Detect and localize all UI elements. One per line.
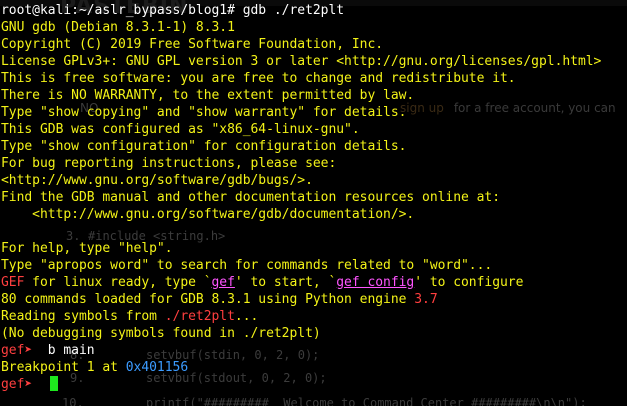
terminal-text-segment: b main xyxy=(47,343,95,358)
terminal-text-segment: <http://www.gnu.org/software/gdb/documen… xyxy=(1,207,415,222)
terminal-text-segment: gef config xyxy=(336,275,415,290)
terminal-line: For bug reporting instructions, please s… xyxy=(1,155,601,172)
terminal-text-segment: for linux ready, type ` xyxy=(24,275,212,290)
terminal-text-segment: gef➤ xyxy=(1,377,48,392)
terminal-line: gef➤ b main xyxy=(1,342,601,359)
terminal-line: Copyright (C) 2019 Free Software Foundat… xyxy=(1,36,601,53)
terminal-line: This is free software: you are free to c… xyxy=(1,70,601,87)
terminal-line: Type "show copying" and "show warranty" … xyxy=(1,104,601,121)
terminal-text-segment: ' to start, ` xyxy=(234,275,337,290)
terminal-text-segment: For help, type "help". xyxy=(1,241,173,256)
terminal-text-segment: <http://www.gnu.org/software/gdb/bugs/>. xyxy=(1,173,313,188)
terminal-line: Breakpoint 1 at 0x401156 xyxy=(1,359,601,376)
terminal-line: Find the GDB manual and other documentat… xyxy=(1,189,601,206)
terminal-line: Reading symbols from ./ret2plt... xyxy=(1,308,601,325)
terminal-line: This GDB was configured as "x86_64-linux… xyxy=(1,121,601,138)
terminal-text-segment: 0x401156 xyxy=(125,360,189,375)
terminal-line: For help, type "help". xyxy=(1,240,601,257)
terminal-line: 80 commands loaded for GDB 8.3.1 using P… xyxy=(1,291,601,308)
terminal-text-segment: ... xyxy=(234,309,259,324)
terminal-text-segment: gef xyxy=(211,275,235,290)
terminal-line: gef➤ xyxy=(1,376,601,393)
terminal-text-segment: 80 xyxy=(1,292,17,307)
terminal-text-segment: Reading symbols from xyxy=(1,309,165,324)
terminal-text-segment: GEF xyxy=(1,275,25,290)
terminal-text-segment: root@kali:~/aslr_bypass/blog1# gdb ./ret… xyxy=(1,3,345,18)
terminal-line: <http://www.gnu.org/software/gdb/documen… xyxy=(1,206,601,223)
terminal-text-segment: using Python engine xyxy=(250,292,415,307)
terminal-cursor[interactable] xyxy=(49,376,58,391)
terminal-text-segment: This GDB was configured as "x86_64-linux… xyxy=(1,122,360,137)
terminal-text-segment: Find the GDB manual and other documentat… xyxy=(1,190,500,205)
terminal-text-segment: gef➤ xyxy=(1,343,48,358)
terminal-text-segment: commands loaded for GDB xyxy=(16,292,212,307)
background-code-line-num: 10. xyxy=(62,396,84,406)
terminal-text-segment: GNU gdb (Debian 8.3.1-1) 8.3.1 xyxy=(1,20,235,35)
terminal-text-segment: Breakpoint 1 at xyxy=(1,360,126,375)
terminal-text-segment: (No debugging symbols found in ./ret2plt… xyxy=(1,326,321,341)
terminal-window[interactable]: PASTEBIN NO sign up for a free account, … xyxy=(0,0,627,406)
terminal-output: root@kali:~/aslr_bypass/blog1# gdb ./ret… xyxy=(1,2,601,393)
terminal-line: root@kali:~/aslr_bypass/blog1# gdb ./ret… xyxy=(1,2,601,19)
terminal-line: (No debugging symbols found in ./ret2plt… xyxy=(1,325,601,342)
terminal-text-segment: There is NO WARRANTY, to the extent perm… xyxy=(1,88,415,103)
terminal-text-segment: Type "show copying" and "show warranty" … xyxy=(1,105,407,120)
terminal-text-segment: Type "apropos word" to search for comman… xyxy=(1,258,493,273)
terminal-text-segment: For bug reporting instructions, please s… xyxy=(1,156,337,171)
terminal-text-segment: License GPLv3+: GNU GPL version 3 or lat… xyxy=(1,54,602,69)
terminal-text-segment: This is free software: you are free to c… xyxy=(1,71,516,86)
terminal-line: There is NO WARRANTY, to the extent perm… xyxy=(1,87,601,104)
terminal-line: License GPLv3+: GNU GPL version 3 or lat… xyxy=(1,53,601,70)
terminal-text-segment: ' to configure xyxy=(414,275,524,290)
terminal-line: Type "apropos word" to search for comman… xyxy=(1,257,601,274)
background-code-line: printf("######### Welcome to Command Cen… xyxy=(146,396,587,406)
terminal-line: Type "show configuration" for configurat… xyxy=(1,138,601,155)
terminal-text-segment: Type "show configuration" for configurat… xyxy=(1,139,407,154)
terminal-line: GNU gdb (Debian 8.3.1-1) 8.3.1 xyxy=(1,19,601,36)
terminal-text-segment: 3.7 xyxy=(414,292,438,307)
terminal-line: <http://www.gnu.org/software/gdb/bugs/>. xyxy=(1,172,601,189)
terminal-text-segment: Copyright (C) 2019 Free Software Foundat… xyxy=(1,37,384,52)
terminal-text-segment: ./ret2plt xyxy=(164,309,235,324)
terminal-line: GEF for linux ready, type `gef' to start… xyxy=(1,274,601,291)
terminal-text-segment: 8.3.1 xyxy=(211,292,251,307)
